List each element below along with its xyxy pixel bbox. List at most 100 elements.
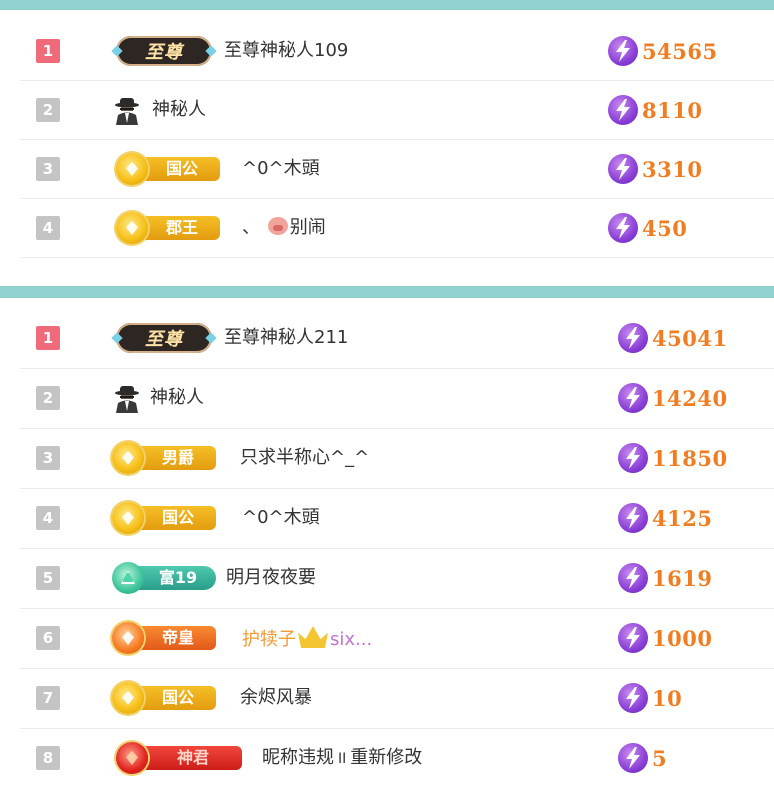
rank-title-badge: 帝皇 [112,622,216,654]
ranking-list-2: 1 至尊 至尊神秘人211 45041 2 神秘人 14240 3 男爵 只求半… [20,309,774,788]
rank-title-badge: 国公 [112,682,216,714]
score: 45041 [618,323,728,353]
wealth-level-badge: 富19 [112,562,216,594]
score: 1619 [618,563,712,593]
user-name[interactable]: 神秘人 [152,98,206,122]
lightning-icon [618,743,648,773]
score-value: 5 [652,745,668,771]
score: 11850 [618,443,728,473]
list-item[interactable]: 5 富19 明月夜夜要 1619 [20,549,774,609]
rank-title-badge: 郡王 [116,212,220,244]
lightning-icon [618,503,648,533]
chevron-badge-icon [116,742,148,774]
user-name[interactable]: 只求半称心^_^ [240,446,369,470]
user-name[interactable]: 至尊神秘人211 [224,326,348,350]
user-name[interactable]: ^0^木頭 [242,157,320,181]
ranking-list-1: 1 至尊 至尊神秘人109 54565 2 神秘人 8110 3 国公 ^0^木… [20,22,774,258]
top-accent-bar [0,0,774,10]
rank-number: 6 [36,626,60,650]
score: 8110 [608,95,702,125]
score: 10 [618,683,682,713]
score-value: 3310 [642,156,703,182]
name-separator: II [338,751,347,767]
badge-label: 至尊 [145,329,183,350]
score-value: 4125 [652,505,713,531]
score: 14240 [618,383,728,413]
name-prefix: 、 [242,217,260,238]
score: 3310 [608,154,702,184]
rank-number: 3 [36,446,60,470]
user-name[interactable]: ^0^木頭 [242,506,320,530]
list-item[interactable]: 1 至尊 至尊神秘人109 54565 [20,22,774,81]
score-value: 8110 [642,97,703,123]
score: 450 [608,213,687,243]
diamond-icon [205,332,217,344]
score-value: 1619 [652,565,713,591]
rank-title-badge: 国公 [116,153,220,185]
rank-number: 8 [36,746,60,770]
lightning-icon [608,213,638,243]
rank-number: 3 [36,157,60,181]
user-name[interactable]: 明月夜夜要 [226,566,316,590]
rank-number: 2 [36,98,60,122]
name-suffix: six... [330,629,373,650]
user-name[interactable]: 神秘人 [150,386,204,410]
user-name-group[interactable]: 护犊子 six... [242,626,372,652]
rank-number: 7 [36,686,60,710]
triangle-icon [112,562,144,594]
score-value: 14240 [652,385,728,411]
score-value: 450 [642,215,688,241]
list-item[interactable]: 4 国公 ^0^木頭 4125 [20,489,774,549]
wifi-badge-icon [112,622,144,654]
rank-title-badge: 国公 [112,502,216,534]
score: 4125 [618,503,712,533]
pig-emoji-icon [267,217,288,235]
user-name-group[interactable]: 昵称违规 II 重新修改 [262,746,422,771]
lightning-icon [618,443,648,473]
lightning-icon [618,683,648,713]
gold-coin-icon [112,502,144,534]
score-value: 11850 [652,445,728,471]
rank-title-badge: 男爵 [112,442,216,474]
score: 54565 [608,36,718,66]
score: 5 [618,743,667,773]
gold-coin-icon [116,153,148,185]
score-value: 1000 [652,625,713,651]
score-value: 54565 [642,38,718,64]
rank-number: 1 [36,39,60,63]
user-name-group[interactable]: 、 别闹 [242,216,326,240]
list-item[interactable]: 1 至尊 至尊神秘人211 45041 [20,309,774,369]
lightning-icon [618,623,648,653]
list-item[interactable]: 6 帝皇 护犊子 six... 1000 [20,609,774,669]
user-name[interactable]: 余烬风暴 [240,686,312,710]
lightning-icon [618,383,648,413]
diamond-icon [111,332,123,344]
list-item[interactable]: 7 国公 余烬风暴 10 [20,669,774,729]
list-item[interactable]: 3 国公 ^0^木頭 3310 [20,140,774,199]
diamond-icon [205,45,217,57]
section-divider-bar [0,286,774,298]
lightning-icon [608,36,638,66]
mystery-man-icon [115,98,139,125]
rank-title-badge: 神君 [116,742,244,774]
badge-label: 至尊 [145,42,183,63]
list-item[interactable]: 8 神君 昵称违规 II 重新修改 5 [20,729,774,788]
lightning-icon [618,563,648,593]
rank-number: 4 [36,506,60,530]
user-name: 别闹 [289,217,326,238]
zhizun-badge: 至尊 [111,323,217,353]
list-item[interactable]: 2 神秘人 8110 [20,81,774,140]
user-name-part: 重新修改 [350,747,423,768]
user-name: 护犊子 [242,629,296,650]
rank-number: 5 [36,566,60,590]
zhizun-badge: 至尊 [111,36,217,66]
badge-label: 神君 [134,746,242,770]
lightning-icon [608,154,638,184]
gold-coin-icon [112,442,144,474]
gold-coin-icon [116,212,148,244]
lightning-icon [608,95,638,125]
list-item[interactable]: 2 神秘人 14240 [20,369,774,429]
list-item[interactable]: 3 男爵 只求半称心^_^ 11850 [20,429,774,489]
user-name[interactable]: 至尊神秘人109 [224,39,348,63]
list-item[interactable]: 4 郡王 、 别闹 450 [20,199,774,258]
